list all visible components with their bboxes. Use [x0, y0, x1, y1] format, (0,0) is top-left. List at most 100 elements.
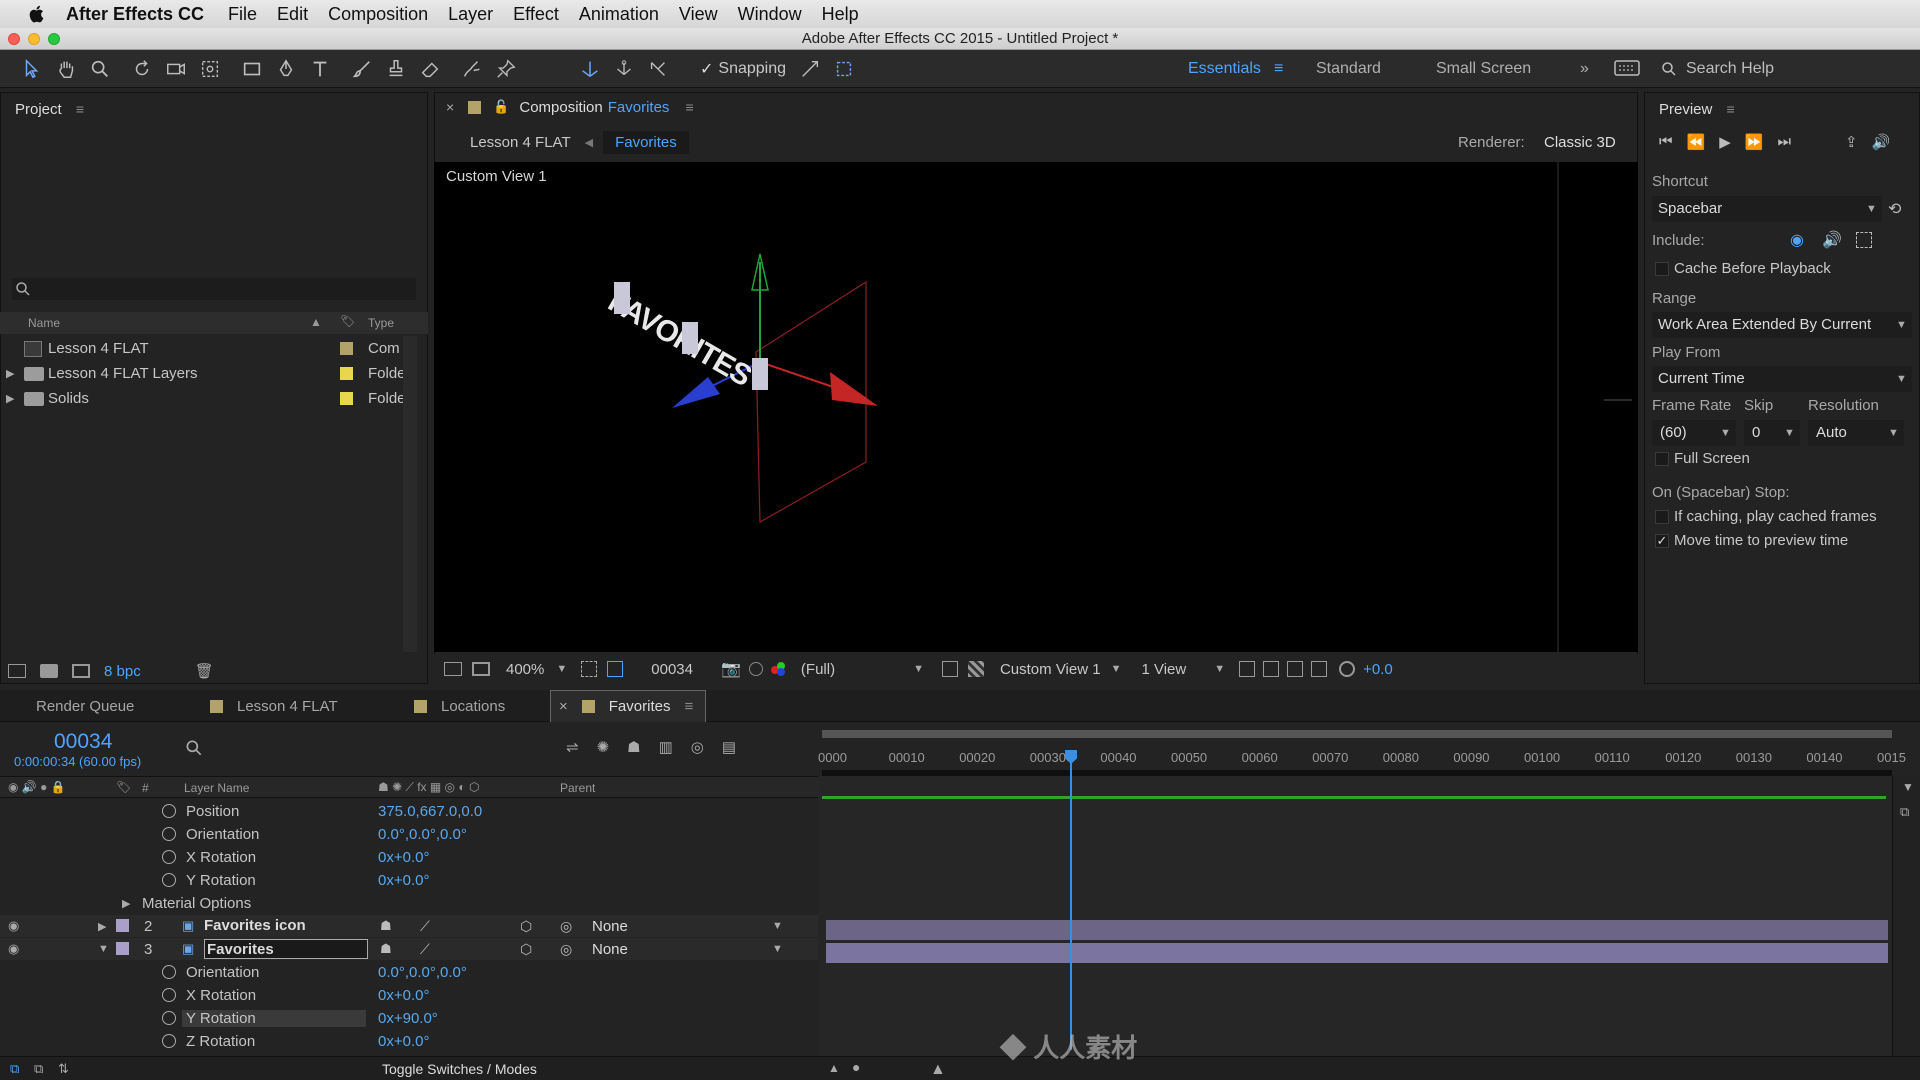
selection-handle[interactable] [614, 282, 630, 314]
tab-favorites[interactable]: × Favorites ≡ [550, 690, 706, 722]
next-frame-icon[interactable]: ⏩ [1745, 133, 1764, 151]
chevron-down-icon[interactable]: ▼ [913, 663, 924, 675]
expand-layer-switches-icon[interactable]: ⧉ [10, 1061, 19, 1077]
menu-window[interactable]: Window [738, 4, 802, 25]
workspace-standard[interactable]: Standard [1316, 60, 1381, 78]
property-row[interactable]: Position 375.0,667.0,0.0 [0, 800, 818, 822]
view-layout-value[interactable]: 1 View [1141, 661, 1186, 678]
stopwatch-icon[interactable] [162, 804, 176, 818]
property-row[interactable]: Y Rotation 0x+90.0° [0, 1007, 818, 1029]
label-color-swatch[interactable] [340, 342, 353, 355]
snapshot-camera-icon[interactable]: 📷 [721, 659, 741, 679]
selection-handle[interactable] [682, 322, 698, 354]
brush-tool[interactable] [348, 55, 376, 83]
audio-icon[interactable]: 🔊 [1872, 133, 1891, 151]
renderer-value[interactable]: Classic 3D [1544, 134, 1616, 151]
layer-row[interactable]: ◉ ▶ 2 ▣ Favorites icon ☗ ⟋ ⬡ ◎ None ▼ [0, 915, 818, 937]
composition-tab-title[interactable]: Composition [519, 99, 602, 116]
rectangle-tool[interactable] [238, 55, 266, 83]
layer-label-swatch[interactable] [116, 942, 129, 955]
resolution-value[interactable]: (Full) [801, 661, 835, 678]
hand-tool[interactable] [52, 55, 80, 83]
always-preview-icon[interactable] [444, 662, 462, 676]
shy-switch-icon[interactable]: ☗ [380, 941, 392, 957]
snap-options-button[interactable] [796, 55, 824, 83]
parent-header[interactable]: Parent [560, 781, 595, 795]
fast-previews-icon[interactable] [1263, 661, 1280, 677]
layer-bar-favorites[interactable] [826, 943, 1888, 963]
property-row[interactable]: Y Rotation 0x+0.0° [0, 869, 818, 891]
property-value[interactable]: 0.0°,0.0°,0.0° [378, 964, 467, 981]
property-value[interactable]: 0x+90.0° [378, 1010, 438, 1027]
interpret-footage-icon[interactable] [8, 664, 26, 678]
project-search-field[interactable] [12, 278, 416, 300]
magnification-value[interactable]: 400% [506, 661, 544, 678]
chevron-down-icon[interactable]: ▼ [1214, 663, 1225, 675]
workspace-menu-icon[interactable]: ≡ [1274, 60, 1283, 78]
frame-rate-dropdown[interactable]: (60) ▼ [1652, 420, 1736, 446]
pixel-aspect-icon[interactable] [1239, 661, 1256, 677]
expand-arrow-icon[interactable]: ▶ [6, 392, 14, 405]
layer-bar-favorites-icon[interactable] [826, 920, 1888, 940]
property-row[interactable]: Orientation 0.0°,0.0°,0.0° [0, 823, 818, 845]
trash-icon[interactable]: 🗑 [195, 662, 214, 680]
full-screen-checkbox[interactable] [1655, 452, 1669, 466]
search-icon[interactable] [182, 738, 206, 758]
property-value[interactable]: 0x+0.0° [378, 1033, 429, 1050]
close-window-button[interactable] [8, 33, 20, 45]
menu-help[interactable]: Help [822, 4, 859, 25]
pan-behind-tool[interactable] [196, 55, 224, 83]
preview-panel-title[interactable]: Preview [1659, 101, 1712, 118]
eye-icon[interactable]: ◉ [8, 918, 19, 934]
breadcrumb-parent[interactable]: Lesson 4 FLAT [470, 134, 571, 151]
project-item-comp[interactable]: Lesson 4 FLAT Com [0, 336, 428, 361]
column-type[interactable]: Type [368, 316, 394, 330]
property-row[interactable]: Z Rotation 0x+0.0° [0, 1030, 818, 1052]
menu-effect[interactable]: Effect [513, 4, 559, 25]
channel-rgb-icon[interactable] [770, 662, 787, 676]
property-value[interactable]: 0.0°,0.0°,0.0° [378, 826, 467, 843]
frame-blending-icon[interactable]: ▥ [659, 738, 673, 756]
first-frame-icon[interactable]: ⏮ [1659, 133, 1673, 151]
exposure-value[interactable]: +0.0 [1363, 661, 1393, 678]
tab-lesson-4-flat[interactable]: Lesson 4 FLAT [210, 690, 338, 722]
project-item-folder[interactable]: ▶ Lesson 4 FLAT Layers Folde [0, 361, 428, 386]
stopwatch-icon[interactable] [162, 965, 176, 979]
local-axis-tool[interactable] [576, 55, 604, 83]
move-time-checkbox[interactable]: ✓ [1655, 534, 1669, 548]
minimize-window-button[interactable] [28, 33, 40, 45]
zoom-out-icon[interactable]: ▲ [828, 1061, 840, 1075]
expand-arrow-icon[interactable]: ▶ [6, 367, 14, 380]
snapping-toggle[interactable]: ✓ Snapping [700, 59, 786, 79]
graph-editor-icon[interactable]: ▤ [722, 738, 736, 756]
time-navigator-bar[interactable] [822, 730, 1892, 738]
menu-composition[interactable]: Composition [328, 4, 428, 25]
new-folder-icon[interactable] [40, 664, 58, 678]
apple-icon[interactable] [24, 3, 50, 25]
expand-arrow-icon[interactable]: ▶ [98, 920, 106, 933]
draft-3d-icon[interactable]: ✺ [597, 738, 610, 756]
if-caching-checkbox[interactable] [1655, 510, 1669, 524]
reset-icon[interactable]: ⟲ [1888, 199, 1901, 219]
stopwatch-icon[interactable] [162, 1011, 176, 1025]
timeline-current-time[interactable]: 00034 [54, 730, 112, 754]
region-of-interest-icon[interactable] [941, 661, 958, 677]
composition-viewer[interactable]: Custom View 1 FAVORITES [434, 162, 1638, 652]
stopwatch-icon[interactable] [162, 827, 176, 841]
composition-mini-flowchart-icon[interactable]: ⇌ [566, 738, 579, 756]
transparency-grid-icon[interactable] [967, 661, 984, 677]
expand-arrow-icon[interactable]: ▶ [122, 897, 130, 910]
stopwatch-icon[interactable] [162, 1034, 176, 1048]
panel-menu-icon[interactable]: ≡ [1727, 101, 1735, 117]
workspace-small-screen[interactable]: Small Screen [1436, 60, 1531, 78]
parent-dropdown-value[interactable]: None [592, 941, 628, 958]
property-row[interactable]: Orientation 0.0°,0.0°,0.0° [0, 961, 818, 983]
parent-dropdown-value[interactable]: None [592, 918, 628, 935]
menu-view[interactable]: View [679, 4, 718, 25]
layer-name[interactable]: Favorites [204, 939, 368, 959]
motion-blur-icon[interactable]: ◎ [691, 738, 704, 756]
more-workspaces-icon[interactable]: » [1580, 60, 1589, 78]
work-area-bar[interactable] [822, 796, 1886, 799]
roto-brush-tool[interactable] [458, 55, 486, 83]
text-tool[interactable] [306, 55, 334, 83]
